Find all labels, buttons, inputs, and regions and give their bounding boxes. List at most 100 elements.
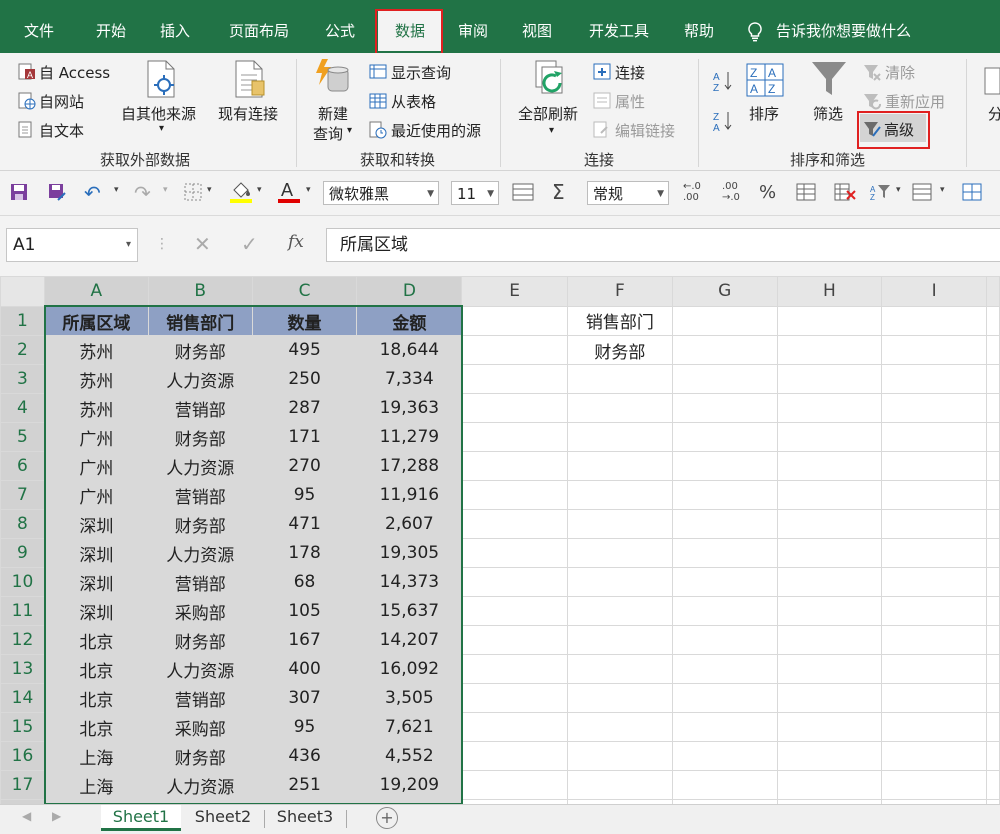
row-header[interactable]: 7 [0,480,45,510]
cell[interactable] [985,451,1000,481]
cell[interactable]: 财务部 [147,335,253,365]
fill-color-dropdown-icon[interactable]: ▾ [257,185,262,195]
row-header[interactable]: 11 [0,596,45,626]
cell[interactable] [776,770,883,800]
sort-descending-icon[interactable]: ZA [712,109,734,134]
cell[interactable]: 307 [251,683,358,713]
column-header-c[interactable]: C [251,276,358,307]
cell[interactable] [461,596,568,626]
cell[interactable] [985,364,1000,394]
cell[interactable] [671,422,778,452]
sheet-tab-sheet1[interactable]: Sheet1 [101,805,181,831]
cell[interactable] [671,509,778,539]
scroll-left-icon[interactable]: ◀ [22,809,31,823]
row-header[interactable]: 17 [0,770,45,800]
sort-filter-icon[interactable]: AZ [870,183,892,205]
new-query-button[interactable]: 查询 [313,123,343,144]
row-header[interactable]: 1 [0,305,45,336]
row-header[interactable]: 13 [0,654,45,684]
cell[interactable] [461,625,568,655]
sheet-tab-sheet2[interactable]: Sheet2 [184,805,262,831]
font-size-select[interactable]: 11 ▼ [451,181,499,205]
cell[interactable]: 深圳 [43,596,149,626]
cell[interactable]: 15,637 [356,596,463,626]
cell[interactable]: 北京 [43,625,149,655]
cell[interactable] [881,364,987,394]
column-header-h[interactable]: H [776,276,883,307]
properties-button[interactable]: 属性 [615,91,645,112]
cell[interactable] [881,712,987,742]
cell[interactable] [776,538,883,568]
cell[interactable]: 财务部 [147,625,253,655]
cell[interactable] [566,625,673,655]
cell[interactable] [461,364,568,394]
new-query-label-1[interactable]: 新建 [318,103,348,124]
from-table-button[interactable]: 从表格 [391,91,436,112]
cell[interactable] [566,480,673,510]
cell[interactable] [776,625,883,655]
cell[interactable] [461,305,568,336]
redo-icon[interactable]: ↷ [134,181,151,205]
tell-me-search[interactable]: 告诉我你想要做什么 [776,16,926,46]
sheet-tab-sheet3[interactable]: Sheet3 [266,805,344,831]
cell[interactable]: 深圳 [43,538,149,568]
cell[interactable]: 250 [251,364,358,394]
cell[interactable]: 18,644 [356,335,463,365]
cell[interactable]: 上海 [43,770,149,800]
cell[interactable] [671,741,778,771]
column-header-e[interactable]: E [461,276,568,307]
cell[interactable]: 14,373 [356,567,463,597]
cell[interactable]: 上海 [43,741,149,771]
cell[interactable] [461,770,568,800]
cell[interactable]: 财务部 [147,509,253,539]
cell[interactable]: 金额 [356,305,463,336]
cell[interactable] [985,335,1000,365]
cell[interactable] [985,422,1000,452]
number-format-select[interactable]: 常规 ▼ [587,181,669,205]
cell[interactable] [985,770,1000,800]
cell[interactable] [461,480,568,510]
cell[interactable]: 财务部 [566,335,673,365]
tab-formulas[interactable]: 公式 [316,16,364,46]
row-header[interactable]: 3 [0,364,45,394]
cell[interactable] [985,654,1000,684]
cell[interactable] [985,625,1000,655]
cell[interactable]: 营销部 [147,567,253,597]
tab-view[interactable]: 视图 [514,16,560,46]
row-header[interactable]: 15 [0,712,45,742]
font-name-select[interactable]: 微软雅黑 ▼ [323,181,439,205]
cell[interactable]: 95 [251,480,358,510]
cell[interactable]: 287 [251,393,358,423]
cell[interactable] [566,654,673,684]
cell[interactable]: 7,334 [356,364,463,394]
cell[interactable] [671,654,778,684]
cell[interactable] [671,451,778,481]
data-tools-cut-label[interactable]: 分 [988,103,1000,124]
wrap-text-icon[interactable] [512,183,534,205]
cell[interactable]: 251 [251,770,358,800]
cell[interactable] [566,770,673,800]
format-cells-icon[interactable] [912,183,934,205]
cell[interactable] [881,625,987,655]
tab-insert[interactable]: 插入 [152,16,198,46]
increase-decimal-icon[interactable]: ←.0.00 [683,181,701,203]
cell[interactable] [985,712,1000,742]
tab-home[interactable]: 开始 [88,16,134,46]
worksheet-grid[interactable]: A B C D E F G H I 1 所属区域 销售部门 数量 金额 销售部门 2 苏州 财务… [0,276,1000,804]
cell[interactable]: 171 [251,422,358,452]
cell[interactable] [776,305,883,336]
row-header[interactable]: 6 [0,451,45,481]
tab-page-layout[interactable]: 页面布局 [222,16,296,46]
cell[interactable] [776,393,883,423]
tab-review[interactable]: 审阅 [450,16,496,46]
cell[interactable] [461,567,568,597]
row-header[interactable]: 2 [0,335,45,365]
from-access-button[interactable]: 自 Access [39,62,110,83]
cell[interactable] [776,422,883,452]
column-header-j[interactable] [985,276,1000,307]
cell[interactable] [776,335,883,365]
percent-style-button[interactable]: % [759,182,776,203]
cell[interactable]: 4,552 [356,741,463,771]
cell[interactable] [461,422,568,452]
from-other-sources-button[interactable]: 自其他来源 [121,103,196,124]
